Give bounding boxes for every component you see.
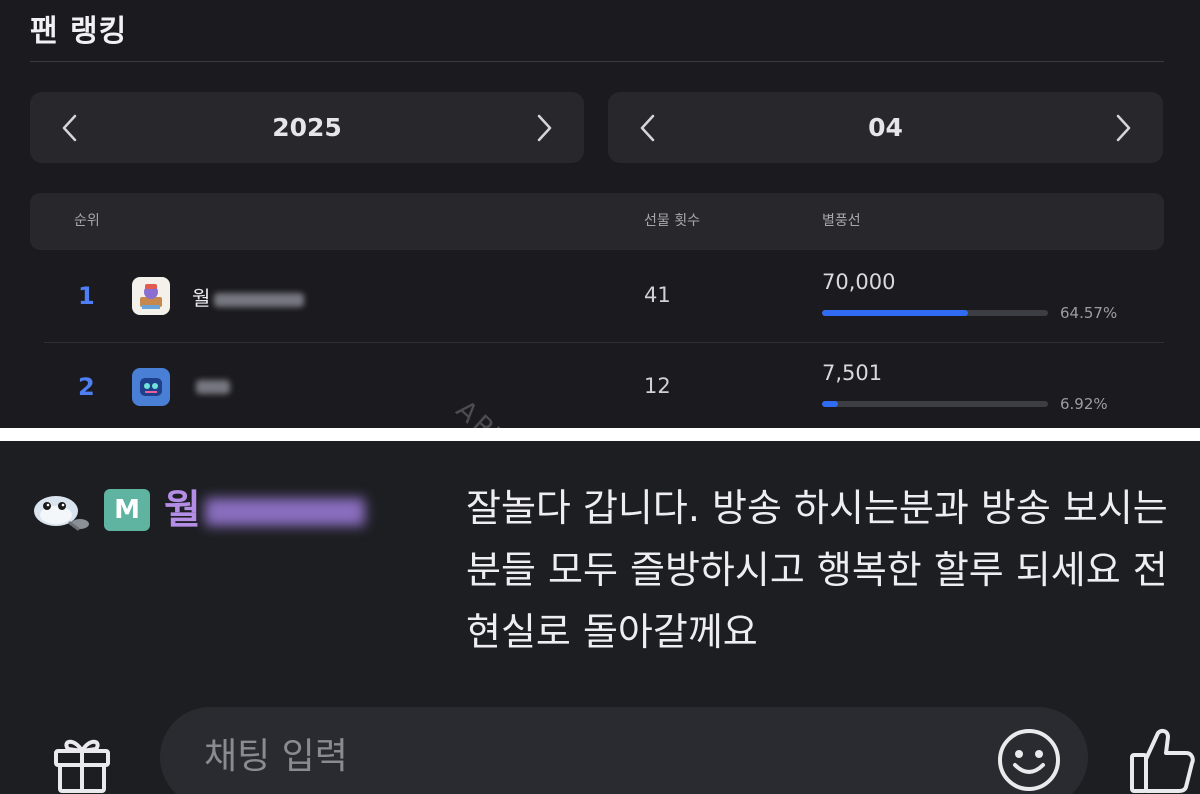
share-bar-fill	[822, 310, 968, 316]
chat-input[interactable]	[204, 729, 964, 783]
share-percent: 6.92%	[1060, 395, 1108, 413]
avatar	[132, 368, 170, 406]
blurred-name	[214, 292, 305, 307]
fan-name	[192, 373, 230, 397]
blurred-username	[204, 498, 365, 526]
blurred-name	[196, 379, 230, 394]
rank-number: 2	[78, 373, 95, 401]
rank-number: 1	[78, 282, 95, 310]
chevron-right-icon	[537, 114, 552, 141]
chat-message: M 월 잘놀다 갑니다. 방송 하시는분과 방송 보시는 분들 모두 즐방하시고…	[0, 441, 1200, 701]
page-title: 팬 랭킹	[30, 14, 128, 49]
chat-input-box[interactable]	[160, 707, 1088, 794]
membership-badge: M	[104, 489, 150, 531]
bird-emoticon-icon	[30, 489, 92, 537]
ranking-table-header: 순위 선물 횟수 별풍선	[30, 193, 1164, 250]
gift-count: 12	[644, 374, 671, 398]
year-value: 2025	[272, 113, 342, 142]
star-balloon-count: 7,501	[822, 361, 883, 385]
fan-name: 월	[192, 282, 305, 311]
star-balloon-count: 70,000	[822, 270, 896, 294]
year-selector: 2025	[30, 92, 584, 163]
avatar	[132, 277, 170, 315]
chat-panel: M 월 잘놀다 갑니다. 방송 하시는분과 방송 보시는 분들 모두 즐방하시고…	[0, 441, 1200, 794]
month-selector: 04	[608, 92, 1163, 163]
fan-ranking-panel: 팬 랭킹 2025 04 순위 선물 횟수 별풍선 1 월 41 70,000 …	[0, 0, 1200, 428]
column-rank: 순위	[74, 213, 100, 229]
share-bar	[822, 310, 1048, 316]
chevron-right-icon	[1116, 114, 1131, 141]
table-row[interactable]: 2 12 7,501 6.92%	[44, 342, 1164, 428]
month-value: 04	[868, 113, 903, 142]
chat-username[interactable]: 월	[164, 477, 365, 535]
year-next-button[interactable]	[510, 92, 580, 163]
column-star-balloons: 별풍선	[822, 213, 861, 229]
month-next-button[interactable]	[1089, 92, 1159, 163]
column-gift-count: 선물 횟수	[644, 213, 700, 229]
divider	[30, 61, 1164, 62]
gift-icon[interactable]	[50, 731, 114, 794]
smiley-icon[interactable]	[996, 727, 1062, 794]
thumbs-up-icon[interactable]	[1128, 725, 1196, 794]
chat-message-text: 잘놀다 갑니다. 방송 하시는분과 방송 보시는 분들 모두 즐방하시고 행복한…	[466, 486, 1168, 654]
share-percent: 64.57%	[1060, 304, 1118, 322]
share-bar	[822, 401, 1048, 407]
table-row[interactable]: 1 월 41 70,000 64.57%	[44, 252, 1164, 342]
share-bar-fill	[822, 401, 838, 407]
gift-count: 41	[644, 283, 671, 307]
